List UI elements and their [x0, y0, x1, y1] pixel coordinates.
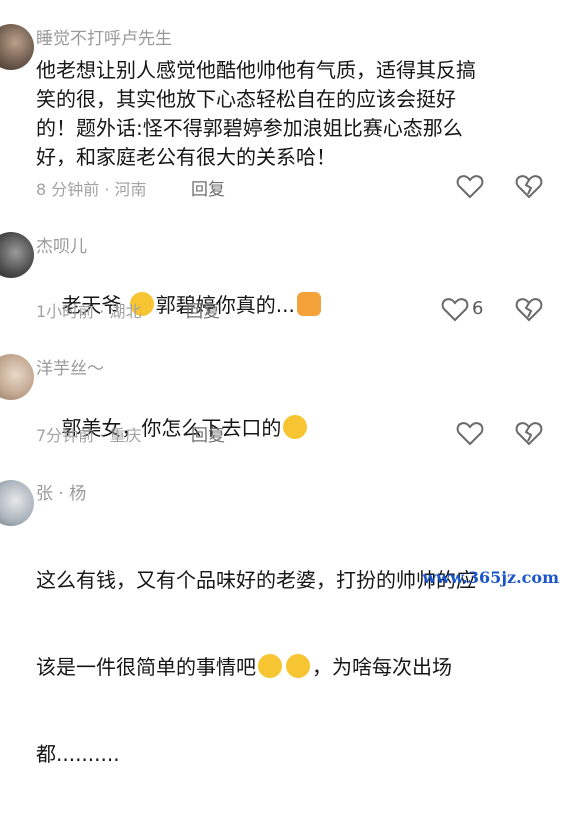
comment-username[interactable]: 睡觉不打呼卢先生: [36, 24, 172, 49]
comment-text-line: 该是一件很简单的事情吧 ，为啥每次出场: [36, 653, 556, 682]
comment-text: 这么有钱，又有个品味好的老婆，打扮的帅帅的应 该是一件很简单的事情吧 ，为啥每次出…: [36, 508, 556, 827]
rolling-on-floor-laughing-emoji-icon: [283, 415, 308, 439]
comment-meta: 7分钟前 · 重庆: [36, 426, 142, 445]
comment-text-part: 该是一件很简单的事情吧: [36, 655, 256, 679]
heart-icon[interactable]: [441, 296, 469, 322]
reply-button[interactable]: 回复: [186, 297, 220, 322]
thumbs-up-emoji-icon: [296, 292, 321, 316]
reply-button[interactable]: 回复: [191, 421, 225, 446]
comment-text-part: ，为啥每次出场: [312, 655, 452, 679]
user-avatar[interactable]: [0, 480, 34, 526]
comment-meta: 8 分钟前 · 河南: [36, 180, 147, 199]
comment-username[interactable]: 杰呗儿: [36, 232, 87, 257]
comment-text-part: 郭碧婷你真的...: [155, 293, 295, 317]
reply-button[interactable]: 回复: [191, 175, 225, 200]
smirking-face-emoji-icon: [258, 654, 282, 678]
user-avatar[interactable]: [0, 354, 34, 400]
comment-text-line: 都..........: [36, 742, 120, 766]
comment-meta: 1小时前 · 湖北: [36, 302, 142, 321]
broken-heart-icon[interactable]: [515, 420, 543, 446]
heart-icon[interactable]: [456, 420, 484, 446]
comment-text: 他老想让别人感觉他酷他帅他有气质，适得其反搞 笑的很，其实他放下心态轻松自在的应…: [36, 58, 476, 169]
smirking-face-emoji-icon: [286, 654, 310, 678]
comment-username[interactable]: 张 · 杨: [36, 479, 86, 504]
heart-icon[interactable]: [456, 173, 484, 199]
user-avatar[interactable]: [0, 232, 34, 278]
user-avatar[interactable]: [0, 24, 34, 70]
comment-username[interactable]: 洋芋丝～: [36, 354, 104, 379]
watermark: www.365jz.com: [422, 568, 559, 587]
broken-heart-icon[interactable]: [515, 173, 543, 199]
like-count: 6: [472, 298, 484, 319]
broken-heart-icon[interactable]: [515, 296, 543, 322]
